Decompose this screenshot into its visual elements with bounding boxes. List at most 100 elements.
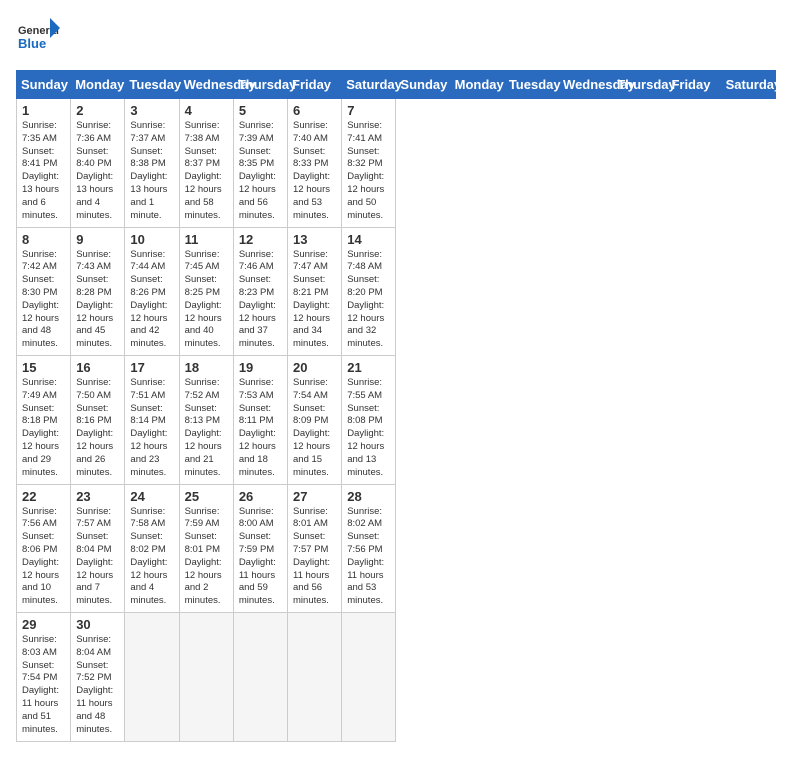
day-number: 18 [185, 360, 228, 375]
cell-sun-info: Sunrise: 7:44 AM Sunset: 8:26 PM Dayligh… [130, 249, 173, 352]
col-header-saturday: Saturday [721, 71, 775, 99]
cell-sun-info: Sunrise: 7:41 AM Sunset: 8:32 PM Dayligh… [347, 120, 390, 223]
cell-sun-info: Sunrise: 7:55 AM Sunset: 8:08 PM Dayligh… [347, 377, 390, 480]
calendar-cell: 16Sunrise: 7:50 AM Sunset: 8:16 PM Dayli… [71, 356, 125, 485]
day-number: 4 [185, 103, 228, 118]
calendar-cell: 30 Sunrise: 8:04 AM Sunset: 7:52 PM Dayli… [71, 613, 125, 742]
calendar-cell: 9 Sunrise: 7:43 AM Sunset: 8:28 PM Daylig… [71, 227, 125, 356]
col-header-thursday: Thursday [613, 71, 667, 99]
calendar-cell: 17Sunrise: 7:51 AM Sunset: 8:14 PM Dayli… [125, 356, 179, 485]
day-number: 25 [185, 489, 228, 504]
week-row-3: 15 Sunrise: 7:49 AM Sunset: 8:18 PM Dayli… [17, 356, 776, 485]
cell-sun-info: Sunrise: 7:42 AM Sunset: 8:30 PM Dayligh… [22, 249, 65, 352]
header-friday: Friday [288, 71, 342, 99]
day-number: 16 [76, 360, 119, 375]
header-thursday: Thursday [233, 71, 287, 99]
svg-text:Blue: Blue [18, 36, 46, 51]
cell-sun-info: Sunrise: 8:04 AM Sunset: 7:52 PM Dayligh… [76, 634, 119, 737]
cell-sun-info: Sunrise: 8:02 AM Sunset: 7:56 PM Dayligh… [347, 506, 390, 609]
header-saturday: Saturday [342, 71, 396, 99]
day-number: 1 [22, 103, 65, 118]
calendar-cell [342, 613, 396, 742]
calendar-table: SundayMondayTuesdayWednesdayThursdayFrid… [16, 70, 776, 742]
day-number: 29 [22, 617, 65, 632]
calendar-cell: 19Sunrise: 7:53 AM Sunset: 8:11 PM Dayli… [233, 356, 287, 485]
calendar-cell: 12Sunrise: 7:46 AM Sunset: 8:23 PM Dayli… [233, 227, 287, 356]
calendar-cell: 28 Sunrise: 8:02 AM Sunset: 7:56 PM Dayli… [342, 484, 396, 613]
day-number: 14 [347, 232, 390, 247]
cell-sun-info: Sunrise: 7:47 AM Sunset: 8:21 PM Dayligh… [293, 249, 336, 352]
header-sunday: Sunday [17, 71, 71, 99]
calendar-cell: 14 Sunrise: 7:48 AM Sunset: 8:20 PM Dayli… [342, 227, 396, 356]
day-number: 9 [76, 232, 119, 247]
cell-sun-info: Sunrise: 7:57 AM Sunset: 8:04 PM Dayligh… [76, 506, 119, 609]
calendar-cell: 7 Sunrise: 7:41 AM Sunset: 8:32 PM Daylig… [342, 99, 396, 228]
day-number: 10 [130, 232, 173, 247]
calendar-cell: 26Sunrise: 8:00 AM Sunset: 7:59 PM Dayli… [233, 484, 287, 613]
calendar-cell: 25 Sunrise: 7:59 AM Sunset: 8:01 PM Dayli… [179, 484, 233, 613]
calendar-cell [179, 613, 233, 742]
col-header-tuesday: Tuesday [504, 71, 558, 99]
header-tuesday: Tuesday [125, 71, 179, 99]
cell-sun-info: Sunrise: 7:56 AM Sunset: 8:06 PM Dayligh… [22, 506, 65, 609]
col-header-monday: Monday [450, 71, 504, 99]
col-header-sunday: Sunday [396, 71, 450, 99]
week-row-2: 8 Sunrise: 7:42 AM Sunset: 8:30 PM Daylig… [17, 227, 776, 356]
calendar-cell: 13Sunrise: 7:47 AM Sunset: 8:21 PM Dayli… [288, 227, 342, 356]
cell-sun-info: Sunrise: 8:01 AM Sunset: 7:57 PM Dayligh… [293, 506, 336, 609]
calendar-cell: 18 Sunrise: 7:52 AM Sunset: 8:13 PM Dayli… [179, 356, 233, 485]
calendar-cell: 23 Sunrise: 7:57 AM Sunset: 8:04 PM Dayli… [71, 484, 125, 613]
calendar-cell: 15 Sunrise: 7:49 AM Sunset: 8:18 PM Dayli… [17, 356, 71, 485]
cell-sun-info: Sunrise: 7:59 AM Sunset: 8:01 PM Dayligh… [185, 506, 228, 609]
day-number: 24 [130, 489, 173, 504]
cell-sun-info: Sunrise: 7:49 AM Sunset: 8:18 PM Dayligh… [22, 377, 65, 480]
day-number: 27 [293, 489, 336, 504]
cell-sun-info: Sunrise: 7:35 AM Sunset: 8:41 PM Dayligh… [22, 120, 65, 223]
day-number: 15 [22, 360, 65, 375]
cell-sun-info: Sunrise: 7:37 AM Sunset: 8:38 PM Dayligh… [130, 120, 173, 223]
day-number: 3 [130, 103, 173, 118]
week-row-1: 1 Sunrise: 7:35 AM Sunset: 8:41 PM Daylig… [17, 99, 776, 228]
cell-sun-info: Sunrise: 7:48 AM Sunset: 8:20 PM Dayligh… [347, 249, 390, 352]
cell-sun-info: Sunrise: 7:40 AM Sunset: 8:33 PM Dayligh… [293, 120, 336, 223]
day-number: 28 [347, 489, 390, 504]
calendar-cell: 3 Sunrise: 7:37 AM Sunset: 8:38 PM Daylig… [125, 99, 179, 228]
cell-sun-info: Sunrise: 7:39 AM Sunset: 8:35 PM Dayligh… [239, 120, 282, 223]
cell-sun-info: Sunrise: 7:52 AM Sunset: 8:13 PM Dayligh… [185, 377, 228, 480]
week-row-4: 22 Sunrise: 7:56 AM Sunset: 8:06 PM Dayli… [17, 484, 776, 613]
day-number: 6 [293, 103, 336, 118]
logo-svg: General Blue [16, 16, 60, 60]
day-number: 8 [22, 232, 65, 247]
calendar-cell: 6 Sunrise: 7:40 AM Sunset: 8:33 PM Daylig… [288, 99, 342, 228]
day-number: 17 [130, 360, 173, 375]
calendar-cell: 1 Sunrise: 7:35 AM Sunset: 8:41 PM Daylig… [17, 99, 71, 228]
cell-sun-info: Sunrise: 7:54 AM Sunset: 8:09 PM Dayligh… [293, 377, 336, 480]
day-number: 21 [347, 360, 390, 375]
col-header-friday: Friday [667, 71, 721, 99]
col-header-wednesday: Wednesday [559, 71, 613, 99]
cell-sun-info: Sunrise: 7:45 AM Sunset: 8:25 PM Dayligh… [185, 249, 228, 352]
calendar-cell: 8 Sunrise: 7:42 AM Sunset: 8:30 PM Daylig… [17, 227, 71, 356]
cell-sun-info: Sunrise: 7:38 AM Sunset: 8:37 PM Dayligh… [185, 120, 228, 223]
cell-sun-info: Sunrise: 8:03 AM Sunset: 7:54 PM Dayligh… [22, 634, 65, 737]
cell-sun-info: Sunrise: 7:58 AM Sunset: 8:02 PM Dayligh… [130, 506, 173, 609]
page-header: General Blue [16, 16, 776, 60]
day-number: 22 [22, 489, 65, 504]
day-number: 11 [185, 232, 228, 247]
cell-sun-info: Sunrise: 7:43 AM Sunset: 8:28 PM Dayligh… [76, 249, 119, 352]
calendar-cell: 21 Sunrise: 7:55 AM Sunset: 8:08 PM Dayli… [342, 356, 396, 485]
day-number: 7 [347, 103, 390, 118]
day-number: 23 [76, 489, 119, 504]
calendar-cell: 5Sunrise: 7:39 AM Sunset: 8:35 PM Daylig… [233, 99, 287, 228]
day-number: 20 [293, 360, 336, 375]
day-number: 26 [239, 489, 282, 504]
calendar-cell: 24 Sunrise: 7:58 AM Sunset: 8:02 PM Dayli… [125, 484, 179, 613]
calendar-cell: 22 Sunrise: 7:56 AM Sunset: 8:06 PM Dayli… [17, 484, 71, 613]
day-number: 30 [76, 617, 119, 632]
header-wednesday: Wednesday [179, 71, 233, 99]
day-number: 12 [239, 232, 282, 247]
day-number: 19 [239, 360, 282, 375]
calendar-cell: 27 Sunrise: 8:01 AM Sunset: 7:57 PM Dayli… [288, 484, 342, 613]
calendar-cell: 11 Sunrise: 7:45 AM Sunset: 8:25 PM Dayli… [179, 227, 233, 356]
logo: General Blue [16, 16, 60, 60]
